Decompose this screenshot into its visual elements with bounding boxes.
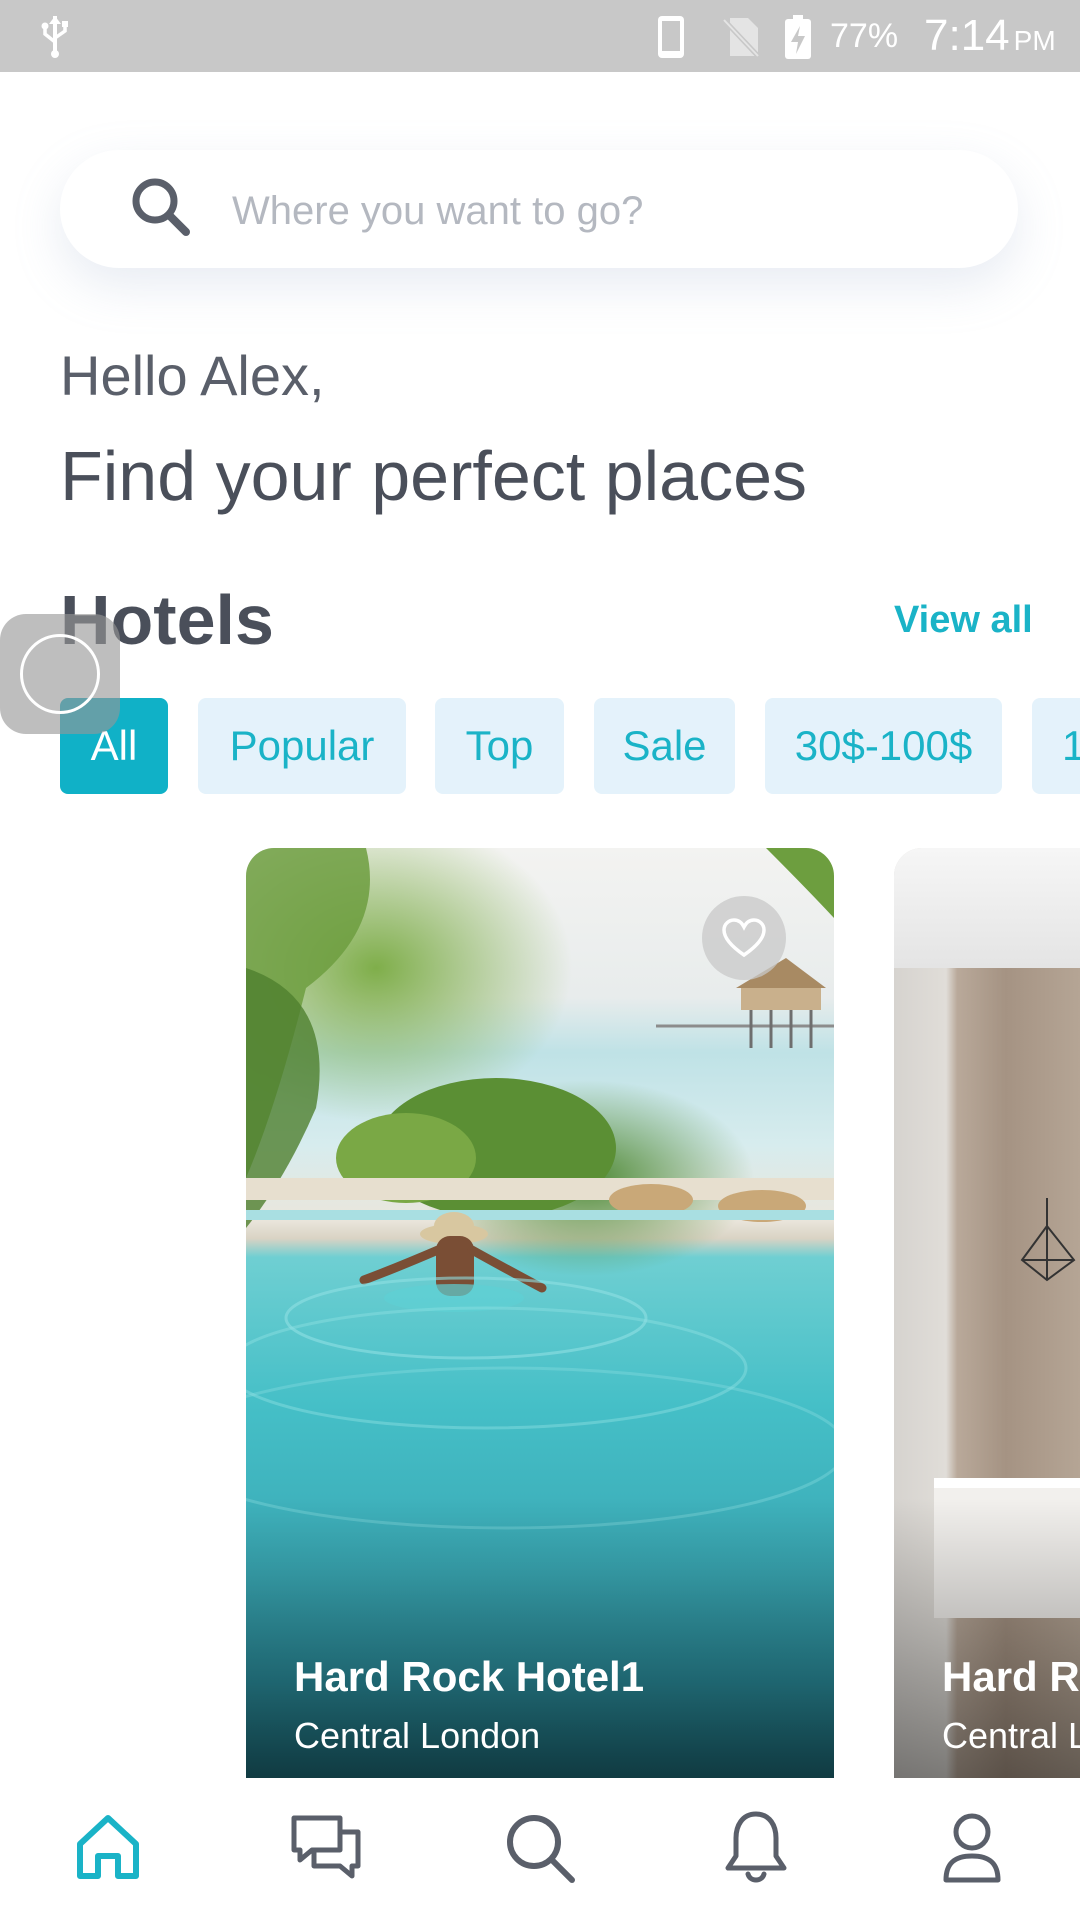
filter-chip-price-range[interactable]: 30$-100$ [765,698,1002,794]
clock-ampm: PM [1013,25,1056,56]
battery-charging-icon [785,15,811,59]
filter-chip-partial[interactable]: 1 [1032,698,1080,794]
no-sim-icon [722,18,760,58]
nav-search[interactable] [500,1808,580,1888]
hotel-card[interactable]: Hard R Central L [894,848,1080,1778]
nav-messages[interactable] [286,1808,366,1888]
heart-icon [722,918,766,958]
assistive-touch-ring [20,634,100,714]
nav-notifications[interactable] [716,1808,796,1888]
hotel-card[interactable]: Hard Rock Hotel1 Central London [246,848,834,1778]
hotel-location: Central London [294,1715,541,1756]
hotel-name: Hard R [942,1653,1080,1700]
nav-profile[interactable] [932,1808,1012,1888]
clock: 7:14 PM [924,12,1056,65]
usb-icon [41,16,68,58]
bottom-navigation [0,1778,1080,1920]
chat-icon [291,1815,361,1879]
bedroom-ceiling [894,848,1080,968]
status-bar: 77% 7:14 PM [0,0,1080,72]
filter-chip-popular[interactable]: Popular [198,698,406,794]
search-icon [132,178,190,236]
battery-percentage: 77% [830,17,899,55]
favorite-button[interactable] [702,896,786,980]
filter-chip-top[interactable]: Top [435,698,564,794]
hotel-name: Hard Rock Hotel1 [294,1653,645,1700]
view-all-link[interactable]: View all [894,598,1033,642]
profile-icon [943,1813,1001,1883]
home-icon [77,1815,139,1879]
bell-icon [725,1811,787,1883]
hotel-location: Central L [942,1715,1080,1756]
greeting-text: Hello Alex, [60,344,325,407]
assistive-touch-button[interactable] [0,614,120,734]
search-input[interactable] [230,178,974,244]
headline: Find your perfect places [60,437,808,515]
phone-icon [658,16,684,58]
pendant-lamp-illustration [1020,1198,1076,1282]
clock-time: 7:14 [924,11,1010,60]
search-bar[interactable] [60,150,1018,268]
filter-chip-sale[interactable]: Sale [594,698,735,794]
search-icon [507,1815,575,1883]
nav-home[interactable] [68,1808,148,1888]
